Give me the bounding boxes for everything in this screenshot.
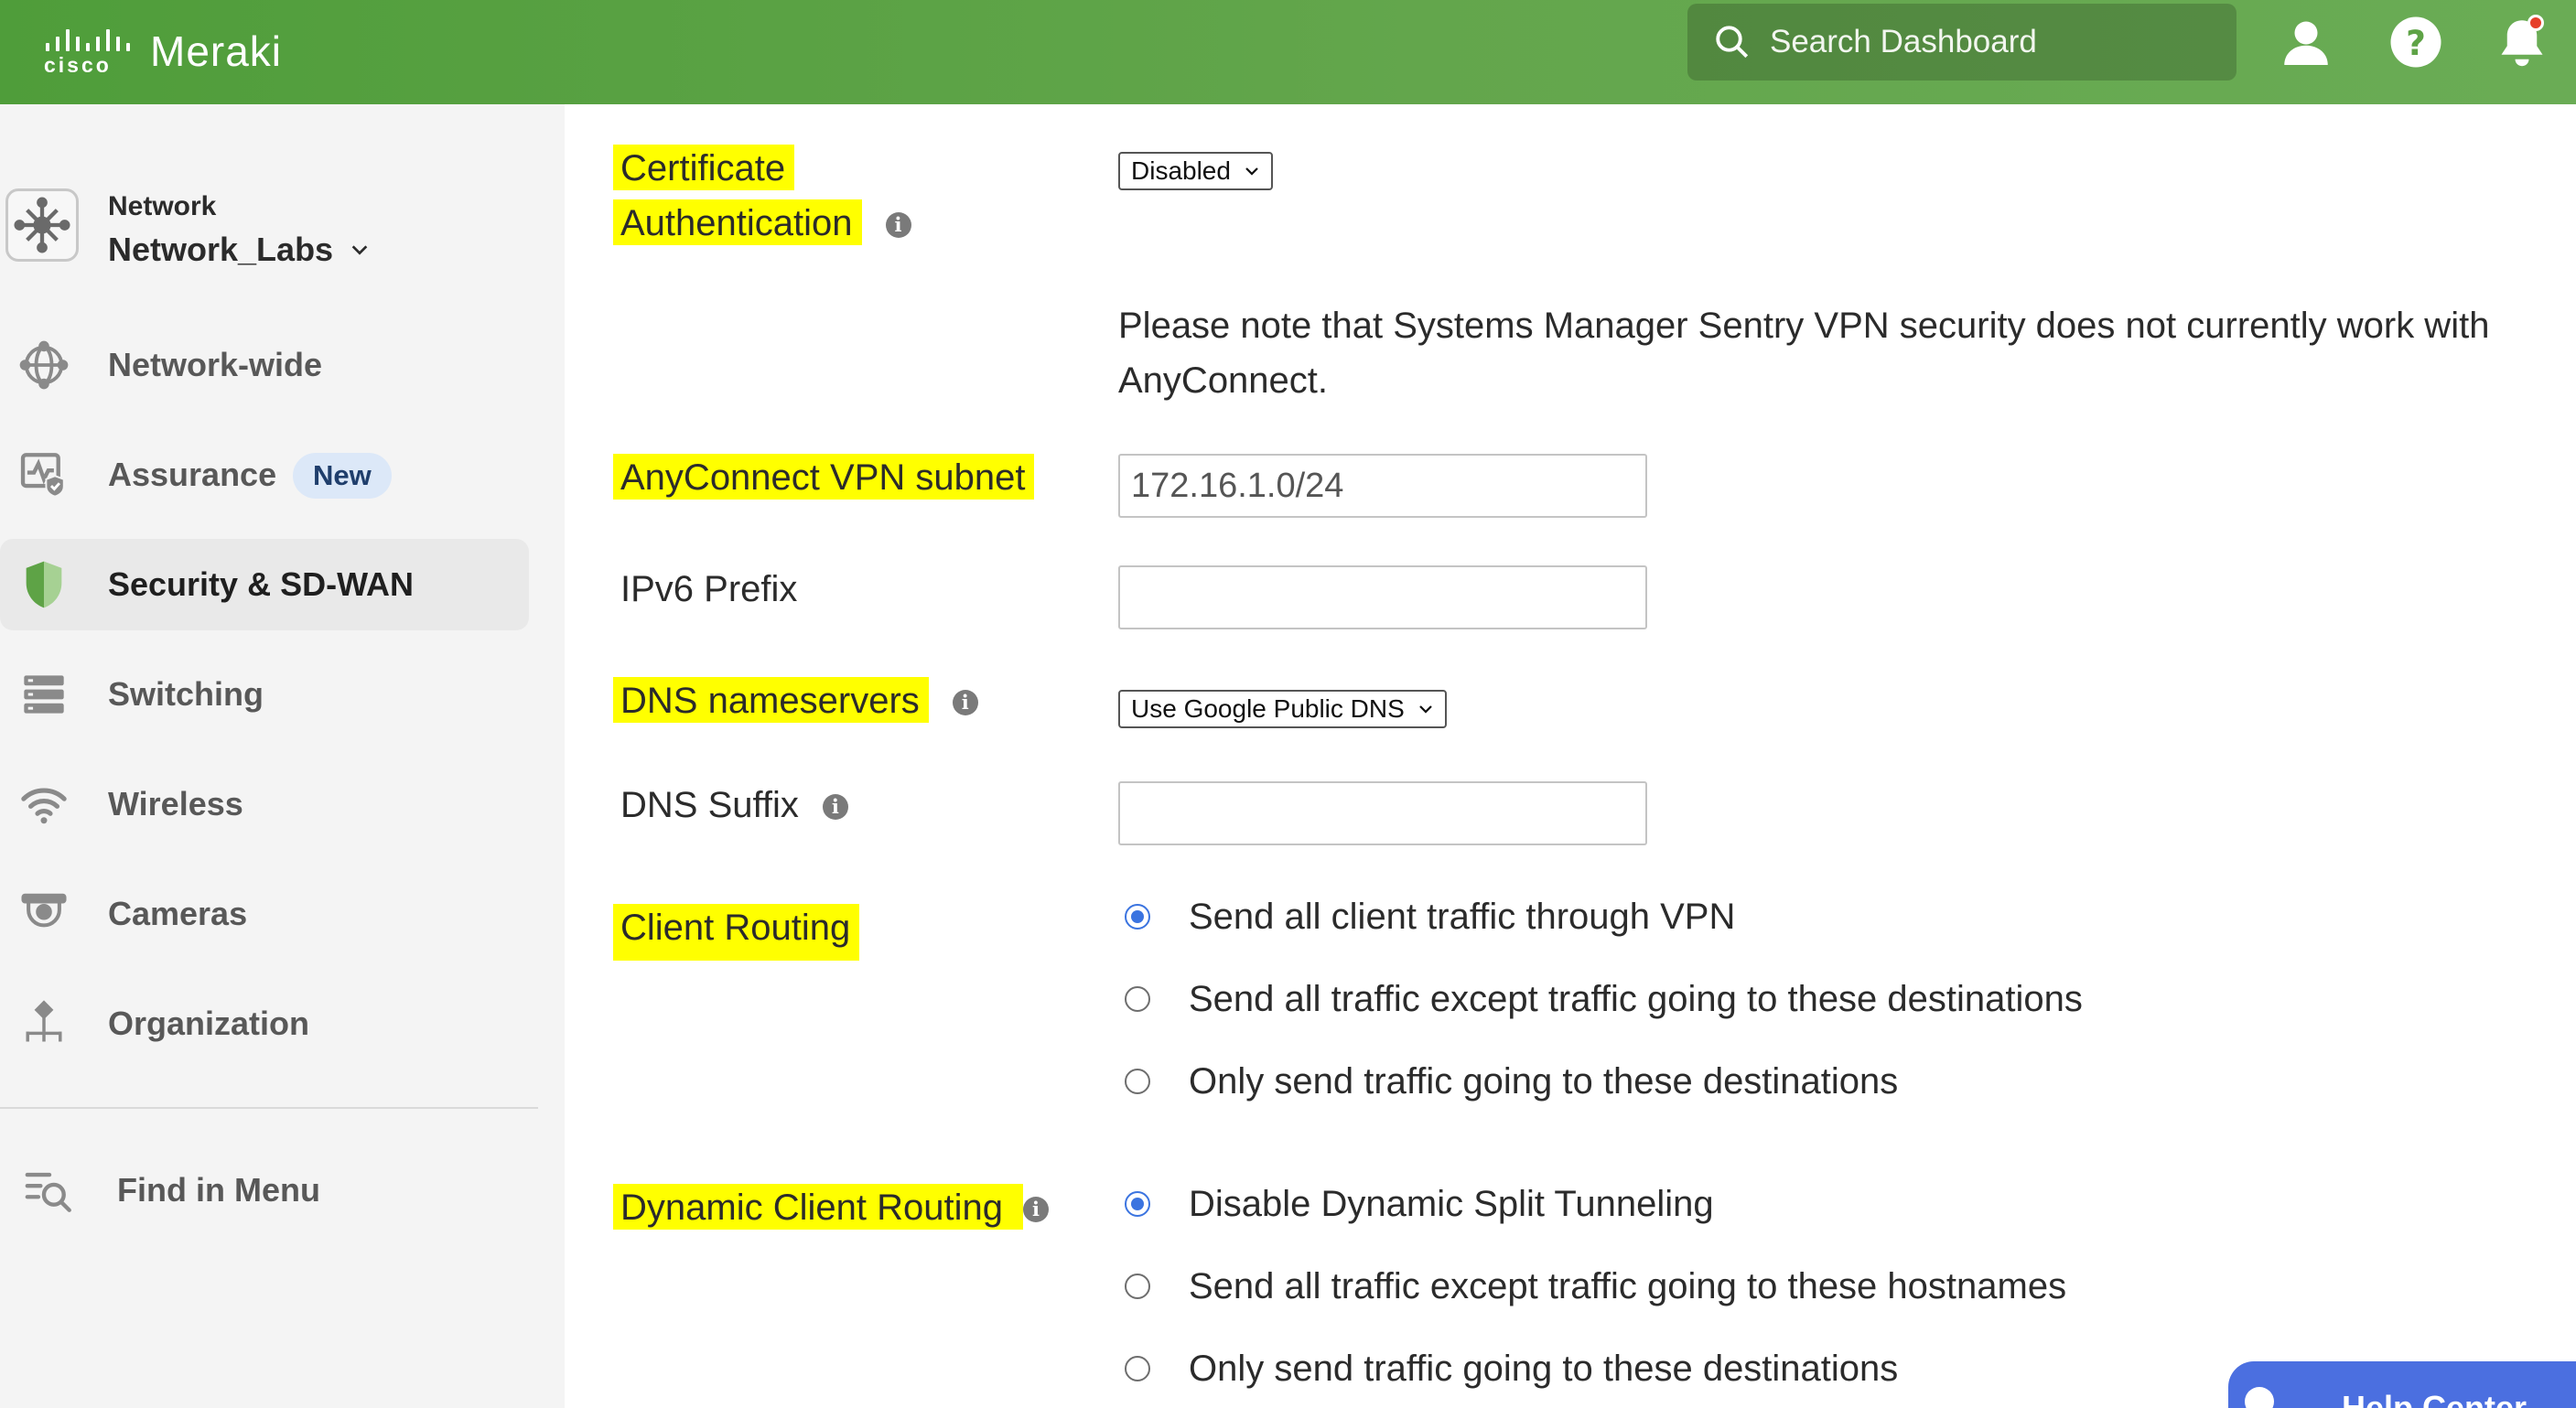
radio-button[interactable] [1125, 1069, 1150, 1094]
find-in-menu-label: Find in Menu [117, 1171, 320, 1209]
sidebar-item-label: Security & SD-WAN [108, 565, 415, 603]
dns-nameservers-select[interactable]: Use Google Public DNS [1118, 690, 1447, 728]
sidebar-item-label: Switching [108, 675, 264, 713]
cert-auth-value: Disabled [1131, 156, 1231, 185]
cert-auth-label-line2: Authentication [613, 199, 862, 245]
meraki-wordmark: Meraki [150, 27, 283, 75]
sidebar-item-cameras[interactable]: Cameras [0, 868, 529, 960]
top-header: cisco Meraki ? [0, 0, 2576, 104]
dns-suffix-label: DNS Suffix i [620, 778, 848, 833]
help-center-label: Help Center [2342, 1389, 2527, 1408]
info-icon[interactable]: i [822, 794, 848, 821]
sentry-vpn-note: Please note that Systems Manager Sentry … [1118, 306, 2490, 401]
radio-button[interactable] [1125, 904, 1150, 930]
info-icon[interactable]: i [952, 690, 978, 716]
network-wide-icon [16, 338, 71, 392]
cert-auth-select[interactable]: Disabled [1118, 152, 1273, 190]
sidebar-item-security-sd-wan[interactable]: Security & SD-WAN [0, 539, 529, 630]
organization-icon [16, 996, 71, 1051]
sidebar-item-label: Network-wide [108, 346, 323, 383]
dynamic-routing-option[interactable]: Send all traffic except traffic going to… [1125, 1259, 2066, 1314]
assurance-icon [16, 447, 71, 502]
find-in-menu[interactable]: Find in Menu [0, 1145, 529, 1236]
cisco-meraki-logo[interactable]: cisco Meraki [42, 15, 282, 88]
dynamic-routing-option[interactable]: Only send traffic going to these destina… [1125, 1341, 1898, 1396]
switching-icon [16, 667, 71, 722]
ipv6-prefix-label: IPv6 Prefix [620, 569, 798, 609]
chevron-down-icon [1419, 705, 1432, 714]
info-icon[interactable]: i [885, 212, 911, 239]
help-center-icon [2245, 1387, 2274, 1408]
radio-button[interactable] [1125, 1274, 1150, 1299]
info-icon[interactable]: i [1022, 1197, 1049, 1223]
security-shield-icon [16, 557, 71, 612]
chevron-down-icon [1245, 167, 1258, 176]
sidebar-item-wireless[interactable]: Wireless [0, 758, 529, 850]
svg-text:?: ? [2406, 23, 2426, 63]
dynamic-routing-option[interactable]: Disable Dynamic Split Tunneling [1125, 1177, 1714, 1231]
subnet-label: AnyConnect VPN subnet [613, 450, 1035, 505]
sidebar-item-label: Organization [108, 1005, 310, 1042]
chevron-down-icon [351, 245, 368, 255]
search-dashboard[interactable] [1687, 4, 2236, 81]
dns-suffix-input[interactable] [1118, 781, 1647, 845]
radio-button[interactable] [1125, 986, 1150, 1012]
network-selector[interactable]: Network_Labs [108, 231, 370, 269]
wireless-icon [16, 777, 71, 832]
sidebar-item-label: Wireless [108, 785, 243, 822]
sidebar-item-switching[interactable]: Switching [0, 649, 529, 740]
dns-nameservers-label: DNS nameservers i [613, 673, 978, 728]
search-icon [1716, 26, 1749, 59]
cert-auth-label: Certificate Authentication i [613, 141, 911, 251]
new-badge: New [293, 453, 392, 499]
sidebar-divider [0, 1107, 538, 1109]
sidebar-item-label: Assurance [108, 456, 277, 493]
radio-button[interactable] [1125, 1356, 1150, 1381]
ipv6-prefix-input[interactable] [1118, 565, 1647, 629]
cert-auth-label-line1: Certificate [613, 145, 795, 190]
user-account-icon[interactable] [2279, 15, 2333, 70]
network-caption: Network [108, 191, 217, 221]
network-hub-icon [5, 188, 79, 262]
sidebar-item-organization[interactable]: Organization [0, 978, 529, 1069]
cisco-wordmark: cisco [44, 53, 112, 77]
dns-nameservers-value: Use Google Public DNS [1131, 694, 1405, 723]
find-menu-search-icon [22, 1163, 77, 1218]
client-routing-option[interactable]: Only send traffic going to these destina… [1125, 1054, 1898, 1109]
network-name: Network_Labs [108, 231, 334, 268]
help-question-icon[interactable]: ? [2388, 15, 2443, 70]
vpn-settings-form: Certificate Authentication i Disabled Ple… [565, 104, 2576, 1408]
search-input[interactable] [1770, 24, 2209, 60]
sidebar-item-assurance[interactable]: Assurance New [0, 429, 529, 521]
subnet-input[interactable] [1118, 454, 1647, 518]
sidebar: Network Network_Labs Network-wide Assura… [0, 104, 565, 1408]
dynamic-client-routing-label: Dynamic Client Routing i [613, 1180, 1049, 1235]
cisco-logo-icon: cisco [42, 26, 130, 77]
camera-icon [16, 887, 71, 941]
help-center-tab[interactable]: Help Center [2228, 1361, 2576, 1408]
sidebar-item-network-wide[interactable]: Network-wide [0, 319, 529, 411]
sidebar-item-label: Cameras [108, 895, 248, 932]
client-routing-option[interactable]: Send all client traffic through VPN [1125, 889, 1735, 944]
client-routing-option[interactable]: Send all traffic except traffic going to… [1125, 972, 2083, 1026]
radio-button[interactable] [1125, 1191, 1150, 1217]
notification-dot [2527, 15, 2544, 31]
client-routing-label: Client Routing [613, 900, 860, 961]
